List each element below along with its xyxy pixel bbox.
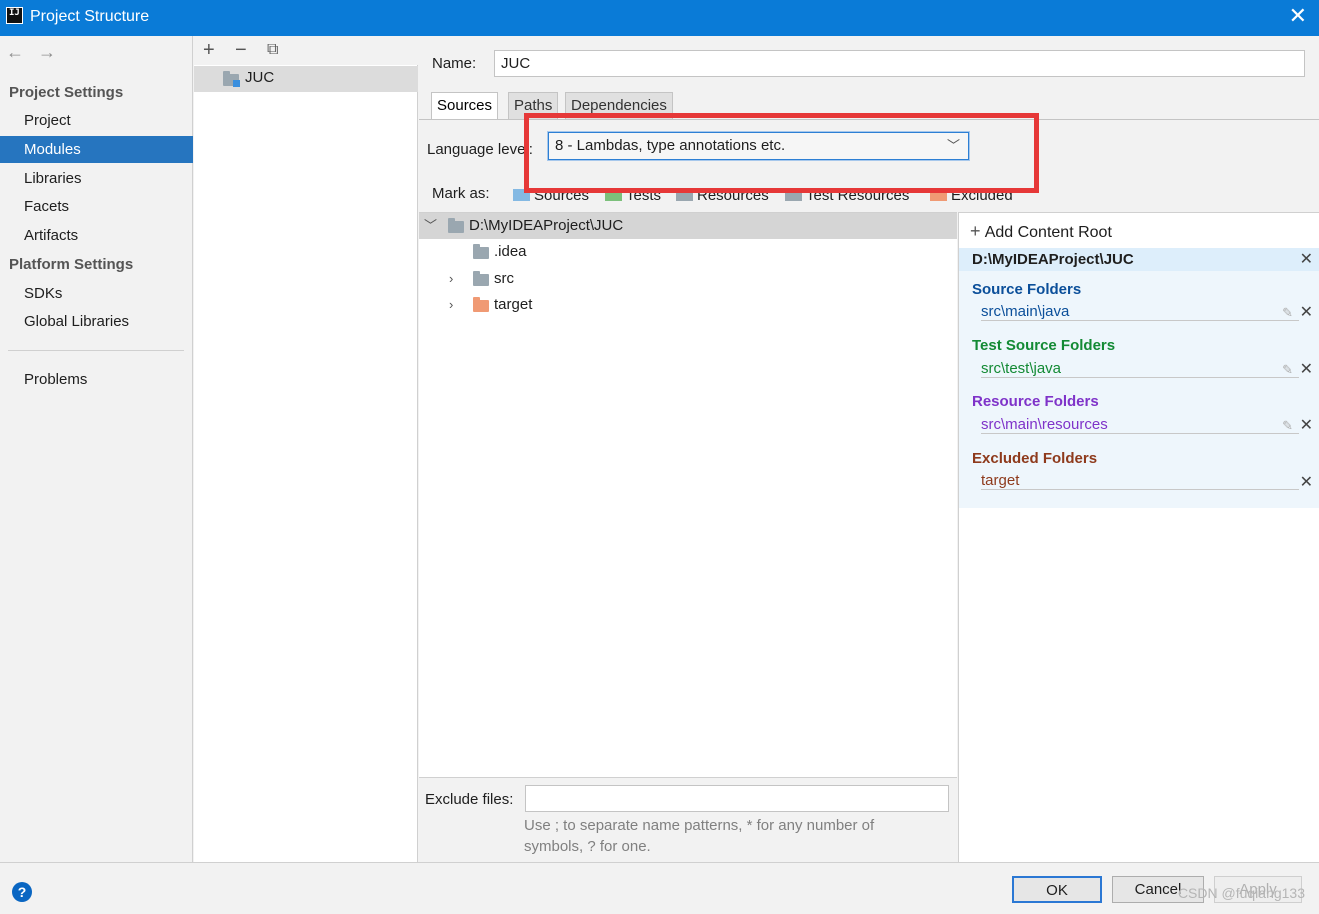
remove-icon[interactable]: −: [235, 39, 247, 62]
intellij-app-icon: [6, 7, 23, 24]
tree-row-target[interactable]: › target: [419, 292, 957, 318]
module-list-panel: + − ⧉ JUC: [194, 36, 418, 862]
module-settings-panel: Name: JUC Sources Paths Dependencies Lan…: [419, 36, 1319, 862]
source-folder-path: src\main\java: [981, 303, 1070, 320]
folder-icon: [473, 244, 489, 259]
language-level-select[interactable]: 8 - Lambdas, type annotations etc. ﹀: [548, 132, 969, 160]
content-root-path: D:\MyIDEAProject\JUC: [959, 248, 1319, 271]
mark-as-test-resources[interactable]: Test Resources: [785, 187, 909, 204]
exclude-files-section: Exclude files: Use ; to separate name pa…: [419, 777, 957, 862]
resource-folder-path: src\main\resources: [981, 416, 1108, 433]
copy-icon[interactable]: ⧉: [267, 41, 278, 59]
tree-root-label: D:\MyIDEAProject\JUC: [469, 217, 624, 234]
dialog-footer: ? OK Cancel Apply CSDN @fuqiang133: [0, 862, 1319, 914]
sidebar-item-libraries[interactable]: Libraries: [0, 165, 193, 192]
project-settings-heading: Project Settings: [9, 84, 124, 101]
divider: [981, 320, 1299, 321]
content-roots-panel: + Add Content Root D:\MyIDEAProject\JUC …: [958, 212, 1319, 862]
excluded-folder-icon: [473, 297, 489, 312]
chevron-right-icon[interactable]: ›: [449, 266, 453, 292]
edit-icon[interactable]: ✎: [1282, 305, 1293, 321]
sidebar-divider: [8, 350, 184, 351]
language-level-value: 8 - Lambdas, type annotations etc.: [555, 137, 786, 154]
add-icon[interactable]: +: [203, 39, 215, 62]
exclude-hint-line1: Use ; to separate name patterns, * for a…: [524, 817, 875, 834]
resource-folders-heading: Resource Folders: [972, 393, 1099, 410]
source-folders-heading: Source Folders: [972, 281, 1082, 298]
exclude-files-label: Exclude files:: [425, 791, 514, 808]
watermark: CSDN @fuqiang133: [1177, 885, 1305, 901]
mark-as-sources[interactable]: Sources: [513, 187, 589, 204]
test-source-folders-heading: Test Source Folders: [972, 337, 1116, 354]
sidebar-item-modules[interactable]: Modules: [0, 136, 193, 163]
remove-icon[interactable]: ✕: [1300, 359, 1313, 379]
tab-divider: [419, 119, 1319, 120]
test-source-folder-path: src\test\java: [981, 360, 1062, 377]
forward-arrow-icon[interactable]: →: [38, 42, 56, 63]
tab-dependencies[interactable]: Dependencies: [565, 92, 673, 119]
tree-item-label: .idea: [494, 243, 527, 260]
title-bar: Project Structure ✕: [0, 0, 1319, 36]
mark-as-resources[interactable]: Resources: [676, 187, 769, 204]
edit-icon[interactable]: ✎: [1282, 418, 1293, 434]
tree-item-label: src: [494, 270, 514, 287]
module-name-field[interactable]: JUC: [494, 50, 1305, 77]
add-content-root-button[interactable]: + Add Content Root: [970, 221, 1112, 242]
platform-settings-heading: Platform Settings: [9, 256, 134, 273]
sidebar-item-artifacts[interactable]: Artifacts: [0, 222, 193, 249]
language-level-label: Language level:: [427, 141, 533, 158]
sidebar-item-global-libraries[interactable]: Global Libraries: [0, 308, 193, 335]
excluded-folder-path: target: [981, 472, 1020, 489]
module-list-item[interactable]: JUC: [194, 66, 418, 92]
module-badge-icon: [233, 80, 240, 87]
sidebar-item-project[interactable]: Project: [0, 107, 193, 134]
remove-icon[interactable]: ✕: [1300, 415, 1313, 435]
window-title: Project Structure: [30, 8, 150, 25]
settings-sidebar: ← → Project Settings Project Modules Lib…: [0, 36, 193, 862]
divider: [981, 433, 1299, 434]
tree-row-idea[interactable]: .idea: [419, 239, 957, 265]
tree-root-row[interactable]: ﹀ D:\MyIDEAProject\JUC: [419, 213, 957, 239]
exclude-hint-line2: symbols, ? for one.: [524, 838, 651, 855]
help-icon[interactable]: ?: [12, 882, 32, 902]
divider: [981, 489, 1299, 490]
sidebar-item-facets[interactable]: Facets: [0, 193, 193, 220]
tree-row-src[interactable]: › src: [419, 266, 957, 292]
tab-paths[interactable]: Paths: [508, 92, 559, 119]
remove-icon[interactable]: ✕: [1300, 472, 1313, 492]
tree-item-label: target: [494, 296, 533, 313]
module-list-toolbar: + − ⧉: [194, 36, 418, 65]
exclude-files-input[interactable]: [525, 785, 949, 812]
excluded-folders-heading: Excluded Folders: [972, 450, 1098, 467]
ok-button[interactable]: OK: [1012, 876, 1102, 903]
folder-icon: [473, 271, 489, 286]
chevron-down-icon: ﹀: [946, 138, 960, 153]
resources-folder-icon: [676, 189, 693, 201]
edit-icon[interactable]: ✎: [1282, 362, 1293, 378]
divider: [981, 377, 1299, 378]
mark-as-label: Mark as:: [432, 185, 490, 202]
name-label: Name:: [432, 55, 477, 72]
chevron-right-icon[interactable]: ›: [449, 292, 453, 318]
remove-root-icon[interactable]: ✕: [1300, 249, 1313, 269]
module-name: JUC: [245, 69, 275, 86]
sidebar-item-problems[interactable]: Problems: [0, 366, 193, 393]
mark-as-excluded[interactable]: Excluded: [930, 187, 1013, 204]
folder-icon: [448, 218, 464, 233]
test-resources-folder-icon: [785, 189, 802, 201]
tab-sources[interactable]: Sources: [431, 92, 499, 119]
sidebar-item-sdks[interactable]: SDKs: [0, 280, 193, 307]
tests-folder-icon: [605, 189, 622, 201]
add-icon: +: [970, 221, 981, 241]
source-tree: ﹀ D:\MyIDEAProject\JUC .idea › src › tar…: [419, 212, 957, 777]
close-icon[interactable]: ✕: [1289, 4, 1307, 28]
chevron-down-icon[interactable]: ﹀: [424, 213, 437, 239]
sources-folder-icon: [513, 189, 530, 201]
mark-as-tests[interactable]: Tests: [605, 187, 661, 204]
remove-icon[interactable]: ✕: [1300, 302, 1313, 322]
excluded-folder-icon: [930, 189, 947, 201]
back-arrow-icon[interactable]: ←: [6, 42, 24, 63]
